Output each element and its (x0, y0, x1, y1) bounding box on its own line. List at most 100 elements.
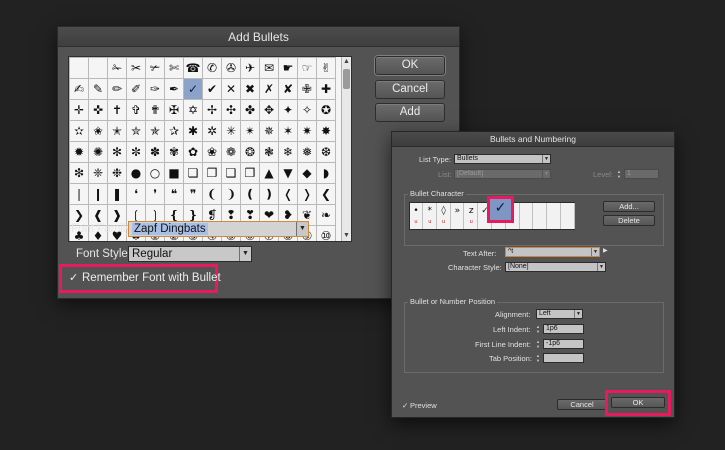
chevron-down-icon[interactable]: ▼ (542, 155, 550, 163)
glyph-cell[interactable]: ❛ (126, 183, 146, 205)
glyph-cell[interactable]: ❂ (240, 141, 260, 163)
glyph-cell[interactable]: ✺ (88, 141, 108, 163)
glyph-cell[interactable]: ✣ (221, 99, 241, 121)
glyph-cell[interactable]: ❆ (316, 141, 336, 163)
glyph-cell[interactable]: ✾ (164, 141, 184, 163)
remember-font-checkbox-label[interactable]: Remember Font with Bullet (82, 272, 221, 284)
glyph-cell[interactable]: ✧ (297, 99, 317, 121)
glyph-cell[interactable]: ✚ (316, 78, 336, 100)
glyph-cell[interactable]: ❬ (278, 183, 298, 205)
tab-position-stepper-icon[interactable]: ▲ ▼ (535, 353, 541, 363)
glyph-cell[interactable]: ❀ (202, 141, 222, 163)
bullet-character-cell[interactable]: ◊ u (438, 203, 451, 229)
glyph-cell[interactable]: ☞ (297, 57, 317, 79)
scroll-down-arrow-icon[interactable]: ▼ (342, 231, 351, 241)
glyph-cell[interactable]: ■ (164, 162, 184, 184)
glyph-cell[interactable]: ✁ (107, 57, 127, 79)
glyph-cell[interactable]: ✠ (164, 99, 184, 121)
glyph-cell[interactable]: ❒ (240, 162, 260, 184)
glyph-cell[interactable]: ❃ (259, 141, 279, 163)
glyph-cell[interactable]: ❉ (107, 162, 127, 184)
bullet-character-cell[interactable] (520, 203, 534, 229)
font-style-select[interactable]: Regular ▼ (128, 246, 252, 262)
glyph-cell[interactable]: ✖ (240, 78, 260, 100)
glyph-cell[interactable]: ✹ (69, 141, 89, 163)
glyph-cell[interactable]: ✱ (183, 120, 203, 142)
glyph-cell[interactable]: ✇ (221, 57, 241, 79)
glyph-cell[interactable]: ✯ (145, 120, 165, 142)
bullet-character-cell[interactable]: zu (465, 203, 479, 229)
glyph-cell[interactable]: ✙ (297, 78, 317, 100)
glyph-cell[interactable]: ✄ (164, 57, 184, 79)
bullet-character-cell[interactable]: * u (424, 203, 437, 229)
glyph-cell[interactable]: ✰ (164, 120, 184, 142)
glyph-cell[interactable]: ✷ (297, 120, 317, 142)
delete-bullet-button[interactable]: Delete (603, 215, 655, 226)
alignment-select[interactable]: Left ▼ (536, 309, 583, 319)
glyph-cell[interactable]: ✛ (69, 99, 89, 121)
list-type-select[interactable]: Bullets ▼ (454, 154, 551, 164)
glyph-cell[interactable]: ✜ (88, 99, 108, 121)
glyph-cell[interactable]: ❚ (107, 183, 127, 205)
text-after-field[interactable]: ^t ▼ (505, 247, 600, 257)
glyph-cell[interactable]: ❐ (202, 162, 222, 184)
first-line-indent-field[interactable]: -1p6 (543, 339, 584, 349)
glyph-cell[interactable]: ❭ (297, 183, 317, 205)
bullet-character-cell[interactable] (534, 203, 548, 229)
glyph-cell[interactable]: ✥ (259, 99, 279, 121)
glyph-cell[interactable]: ✑ (145, 78, 165, 100)
left-indent-field[interactable]: 1p6 (543, 324, 584, 334)
glyph-cell[interactable]: ❄ (278, 141, 298, 163)
ok-button[interactable]: OK (375, 56, 445, 75)
glyph-cell[interactable]: ✻ (107, 141, 127, 163)
glyph-cell[interactable]: ✎ (88, 78, 108, 100)
scroll-thumb[interactable] (343, 69, 350, 89)
glyph-cell[interactable]: ▼ (278, 162, 298, 184)
glyph-cell[interactable]: ✝ (107, 99, 127, 121)
glyph-cell[interactable]: ☛ (278, 57, 298, 79)
glyph-cell[interactable]: ❑ (221, 162, 241, 184)
glyph-cell[interactable]: ▲ (259, 162, 279, 184)
first-line-stepper-icon[interactable]: ▲ ▼ (535, 339, 541, 349)
glyph-cell[interactable] (69, 57, 89, 79)
glyph-cell[interactable]: ✲ (202, 120, 222, 142)
cancel-button[interactable]: Cancel (557, 399, 607, 410)
glyph-cell[interactable]: ◆ (297, 162, 317, 184)
glyph-cell[interactable]: ✈ (240, 57, 260, 79)
preview-label[interactable]: Preview (410, 401, 437, 410)
glyph-cell[interactable]: ✼ (126, 141, 146, 163)
glyph-cell[interactable]: ✫ (69, 120, 89, 142)
glyph-cell[interactable]: ◗ (316, 162, 336, 184)
chevron-down-icon[interactable]: ▼ (597, 263, 605, 271)
glyph-grid-scrollbar[interactable]: ▲ ▼ (341, 57, 351, 241)
glyph-cell[interactable]: ○ (145, 162, 165, 184)
selected-bullet-highlight[interactable]: ✓ (487, 196, 514, 223)
glyph-cell[interactable]: ✶ (278, 120, 298, 142)
glyph-cell[interactable]: ❞ (183, 183, 203, 205)
font-family-field[interactable]: Zapf Dingbats ▼ (128, 221, 309, 237)
glyph-cell[interactable]: ✗ (259, 78, 279, 100)
glyph-cell[interactable]: ✟ (145, 99, 165, 121)
glyph-cell[interactable]: ✽ (145, 141, 165, 163)
tab-position-field[interactable] (543, 353, 584, 363)
glyph-cell[interactable]: ✒ (164, 78, 184, 100)
cancel-button[interactable]: Cancel (375, 80, 445, 99)
glyph-cell[interactable]: ✃ (145, 57, 165, 79)
glyph-cell[interactable]: ❩ (221, 183, 241, 205)
glyph-cell[interactable]: ✂ (126, 57, 146, 79)
glyph-cell[interactable]: ✌ (316, 57, 336, 79)
left-indent-stepper-icon[interactable]: ▲ ▼ (535, 324, 541, 334)
glyph-cell[interactable]: ✮ (126, 120, 146, 142)
checkmark-icon[interactable]: ✓ (69, 271, 78, 284)
bullet-character-cell[interactable] (562, 203, 575, 229)
preview-checkbox-icon[interactable]: ✓ (402, 401, 408, 410)
glyph-cell[interactable]: ❪ (240, 183, 260, 205)
glyph-cell[interactable]: ✉ (259, 57, 279, 79)
glyph-cell[interactable]: ✤ (240, 99, 260, 121)
glyph-cell[interactable]: ✕ (221, 78, 241, 100)
glyph-cell[interactable]: ✵ (259, 120, 279, 142)
glyph-cell-selected[interactable]: ✓ (183, 78, 203, 100)
bullet-character-cell[interactable]: » (451, 203, 465, 229)
chevron-down-icon[interactable]: ▼ (591, 248, 599, 256)
glyph-cell[interactable]: ✸ (316, 120, 336, 142)
